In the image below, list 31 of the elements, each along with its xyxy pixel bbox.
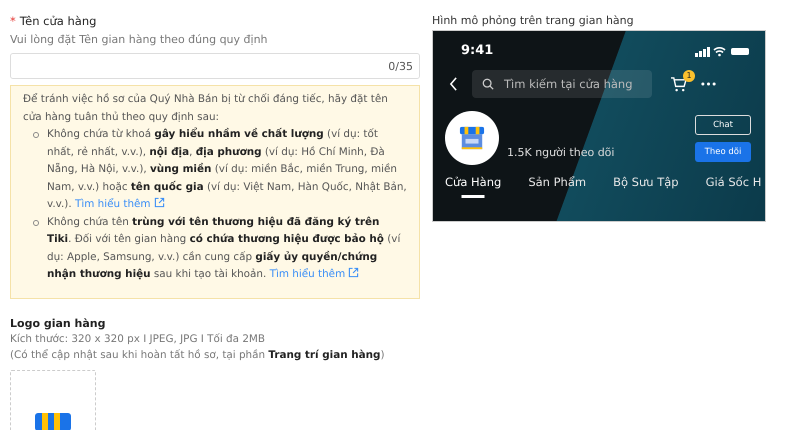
search-field[interactable]: Tìm kiếm tại cửa hàng xyxy=(472,70,652,98)
shop-tab[interactable]: Giá Sốc H xyxy=(706,175,762,198)
cart-badge: 1 xyxy=(683,70,695,82)
search-placeholder: Tìm kiếm tại cửa hàng xyxy=(504,77,633,91)
notice-text: Để tránh việc hồ sơ của Quý Nhà Bán bị từ chối đáng tiếc, hãy đặt tên cửa hàng tuân thủ theo quy định sau: xyxy=(23,92,389,124)
required-mark: * xyxy=(10,14,16,28)
section-label: Logo gian hàng xyxy=(10,316,107,330)
store-name-input[interactable]: 0/35 xyxy=(10,53,420,79)
follow-button[interactable]: Theo dõi xyxy=(695,142,751,162)
search-icon xyxy=(482,78,494,90)
size-info: Kích thước: 320 x 320 px I JPEG, JPG I Tối đa 2MB xyxy=(10,332,266,344)
back-icon[interactable] xyxy=(449,77,458,91)
status-time: 9:41 xyxy=(461,43,494,58)
logo-upload-box[interactable] xyxy=(10,370,96,430)
external-link-icon xyxy=(348,267,360,278)
shop-tab[interactable]: Cửa Hàng xyxy=(445,175,502,198)
field-label: Tên cửa hàng xyxy=(20,14,96,28)
status-icons xyxy=(695,44,751,56)
more-icon[interactable] xyxy=(701,82,716,86)
external-link-icon xyxy=(154,197,165,208)
field-hint: Vui lòng đặt Tên gian hàng theo đúng quy định xyxy=(10,33,269,46)
preview-label: Hình mô phỏng trên trang gian hàng xyxy=(432,14,635,27)
shop-tab[interactable]: Sản Phẩm xyxy=(528,175,586,198)
shop-tab[interactable]: Bộ Sưu Tập xyxy=(613,175,679,198)
store-icon xyxy=(458,125,486,151)
store-icon xyxy=(33,410,73,430)
character-counter: 0/35 xyxy=(388,60,413,72)
chat-button[interactable]: Chat xyxy=(695,114,751,134)
follower-count: 1.5K người theo dõi xyxy=(507,146,616,158)
cart-icon[interactable] xyxy=(670,76,687,92)
update-note: (Có thể cập nhật sau khi hoàn tất hồ sơ, tại phần Trang trí gian hàng) xyxy=(10,348,386,360)
